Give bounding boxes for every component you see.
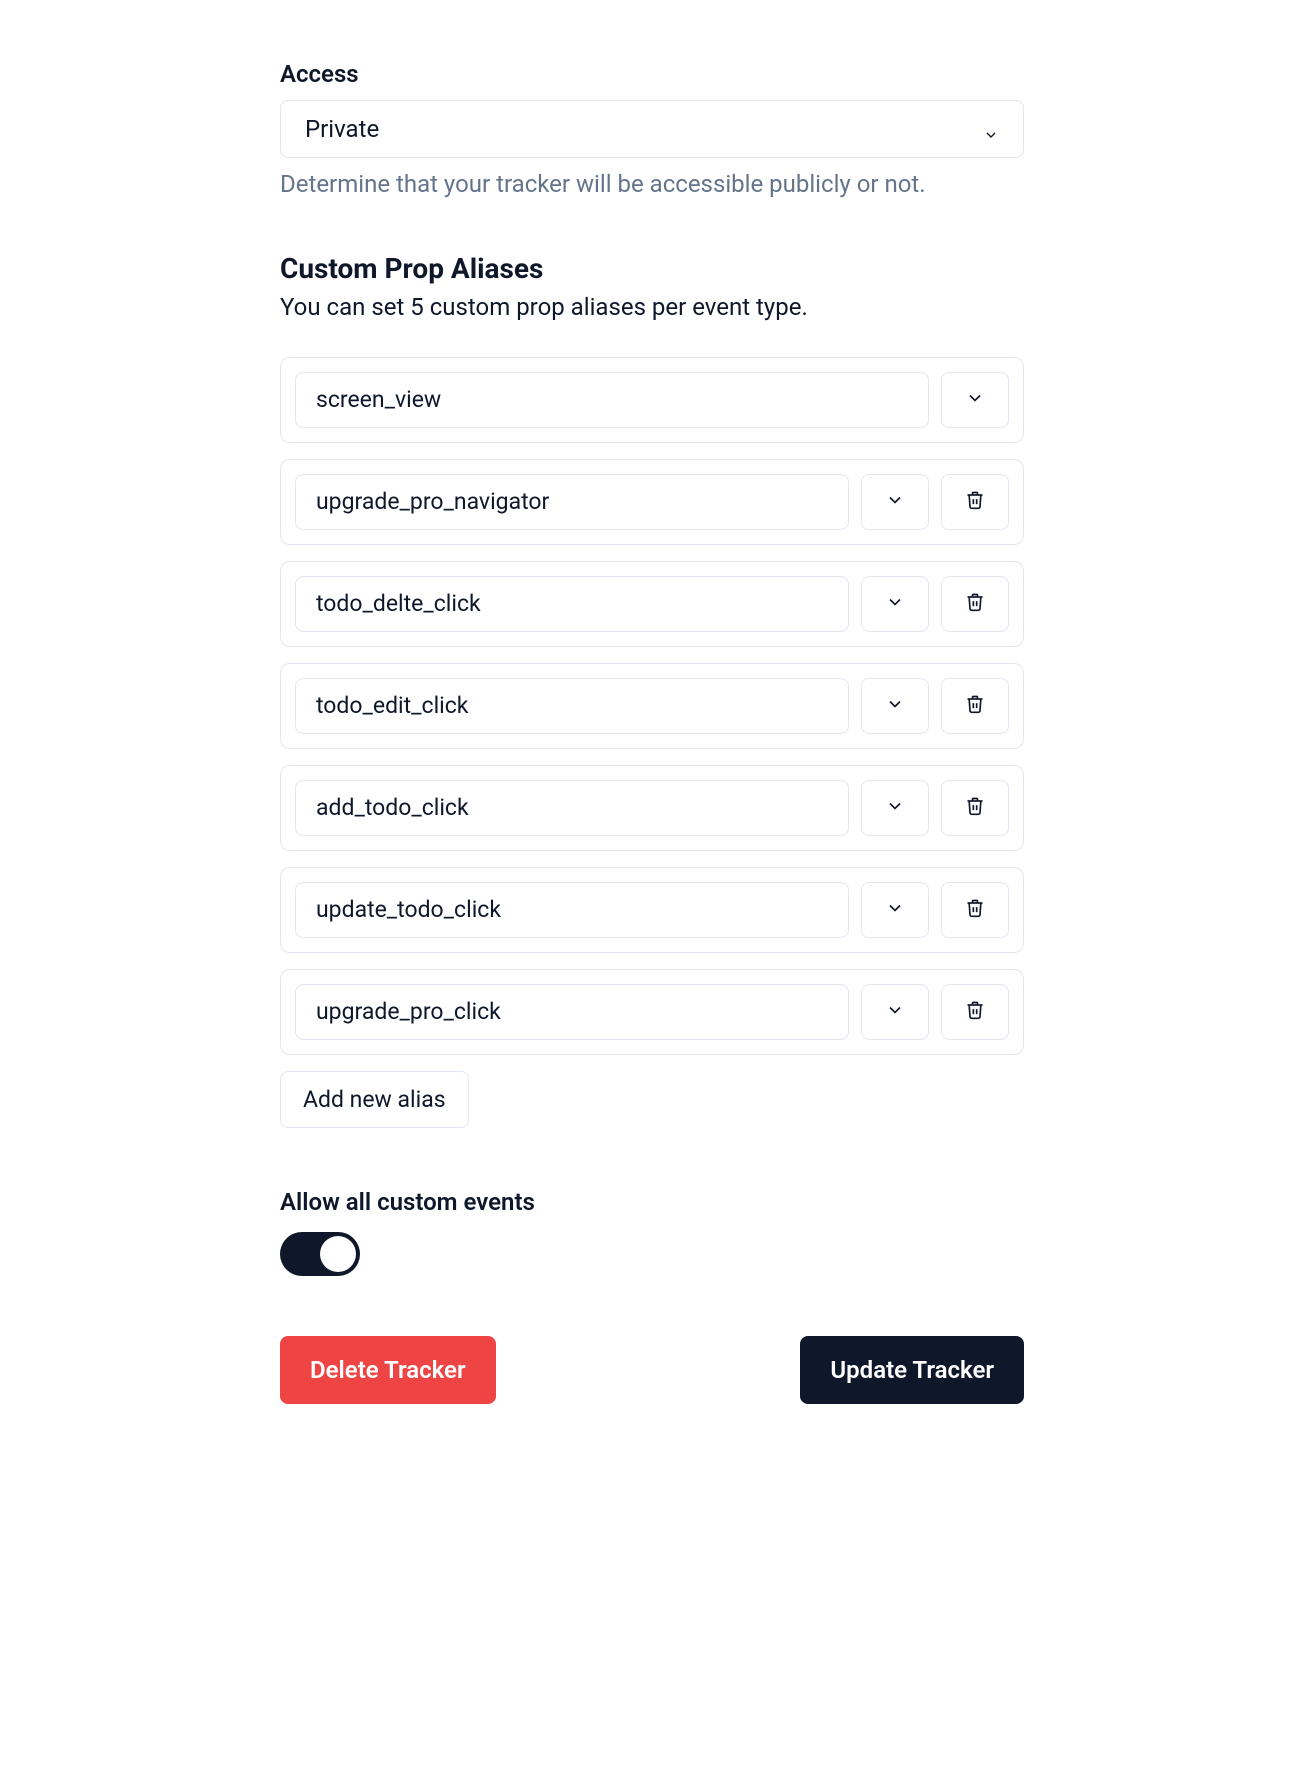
alias-input[interactable]	[295, 474, 849, 530]
add-alias-button[interactable]: Add new alias	[280, 1071, 469, 1128]
custom-events-label: Allow all custom events	[280, 1188, 1024, 1216]
access-select[interactable]: Private	[280, 100, 1024, 158]
delete-alias-button[interactable]	[941, 780, 1009, 836]
alias-input[interactable]	[295, 678, 849, 734]
expand-alias-button[interactable]	[941, 372, 1009, 428]
expand-alias-button[interactable]	[861, 882, 929, 938]
update-tracker-button[interactable]: Update Tracker	[800, 1336, 1024, 1404]
aliases-title: Custom Prop Aliases	[280, 252, 1024, 285]
alias-input[interactable]	[295, 984, 849, 1040]
toggle-knob	[320, 1236, 356, 1272]
expand-alias-button[interactable]	[861, 678, 929, 734]
delete-alias-button[interactable]	[941, 882, 1009, 938]
trash-icon	[965, 796, 985, 820]
expand-alias-button[interactable]	[861, 984, 929, 1040]
alias-input[interactable]	[295, 780, 849, 836]
delete-alias-button[interactable]	[941, 678, 1009, 734]
trash-icon	[965, 592, 985, 616]
trash-icon	[965, 1000, 985, 1024]
trash-icon	[965, 490, 985, 514]
access-selected-value: Private	[305, 115, 379, 143]
chevron-down-icon	[885, 490, 905, 514]
chevron-down-icon	[885, 1000, 905, 1024]
alias-row	[280, 663, 1024, 749]
action-row: Delete Tracker Update Tracker	[280, 1336, 1024, 1404]
chevron-down-icon	[983, 121, 999, 137]
chevron-down-icon	[965, 388, 985, 412]
alias-input[interactable]	[295, 576, 849, 632]
chevron-down-icon	[885, 694, 905, 718]
access-label: Access	[280, 60, 1024, 88]
expand-alias-button[interactable]	[861, 474, 929, 530]
aliases-list	[280, 357, 1024, 1055]
alias-row	[280, 969, 1024, 1055]
trash-icon	[965, 694, 985, 718]
alias-row	[280, 765, 1024, 851]
alias-input[interactable]	[295, 372, 929, 428]
delete-alias-button[interactable]	[941, 984, 1009, 1040]
custom-events-toggle[interactable]	[280, 1232, 360, 1276]
chevron-down-icon	[885, 898, 905, 922]
alias-row	[280, 357, 1024, 443]
alias-row	[280, 459, 1024, 545]
aliases-subtitle: You can set 5 custom prop aliases per ev…	[280, 293, 1024, 321]
chevron-down-icon	[885, 796, 905, 820]
chevron-down-icon	[885, 592, 905, 616]
delete-alias-button[interactable]	[941, 576, 1009, 632]
alias-row	[280, 867, 1024, 953]
expand-alias-button[interactable]	[861, 780, 929, 836]
expand-alias-button[interactable]	[861, 576, 929, 632]
alias-input[interactable]	[295, 882, 849, 938]
delete-alias-button[interactable]	[941, 474, 1009, 530]
trash-icon	[965, 898, 985, 922]
access-helper-text: Determine that your tracker will be acce…	[280, 168, 1024, 202]
delete-tracker-button[interactable]: Delete Tracker	[280, 1336, 496, 1404]
alias-row	[280, 561, 1024, 647]
